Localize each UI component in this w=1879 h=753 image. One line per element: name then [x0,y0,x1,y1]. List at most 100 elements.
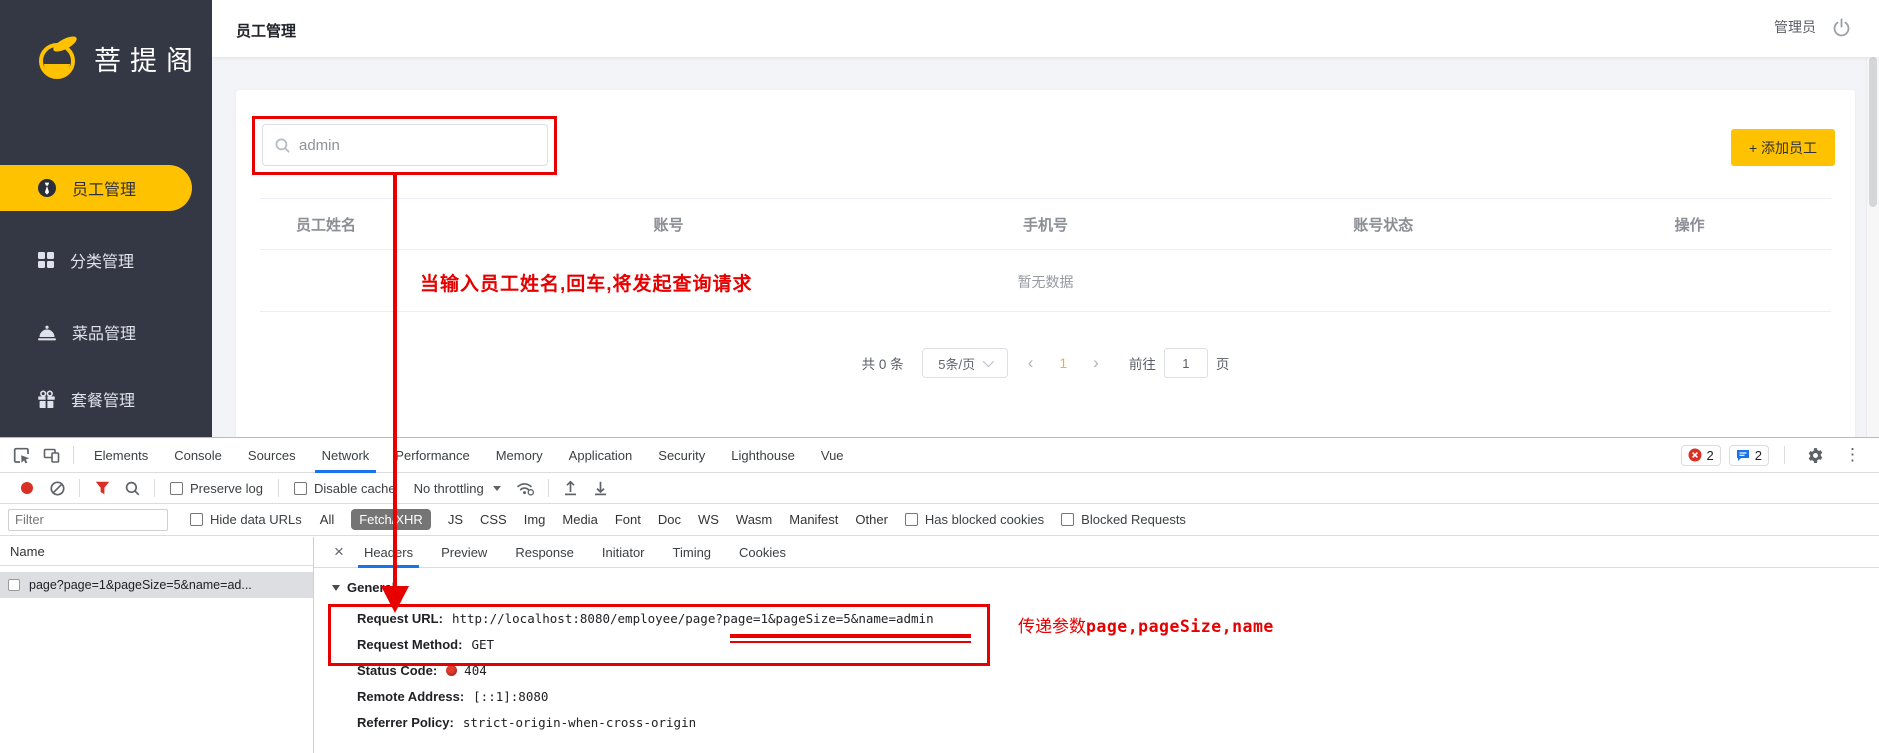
filter-type-ws[interactable]: WS [698,512,719,527]
employee-table: 员工姓名 账号 手机号 账号状态 操作 暂无数据 当输入员工姓名,回车,将发起查… [260,198,1831,312]
main-area: 员工管理 管理员 + 添加员工 员工姓名 [212,0,1879,449]
devtools-panel: Elements Console Sources Network Perform… [0,437,1879,753]
error-count: 2 [1706,447,1714,463]
settings-gear-icon[interactable] [1800,442,1830,468]
request-url-label: Request URL: [357,610,443,626]
checkbox[interactable] [190,513,203,526]
console-errors-badge[interactable]: 2 [1680,444,1721,466]
detail-tab-response[interactable]: Response [501,537,588,568]
filter-type-doc[interactable]: Doc [658,512,681,527]
sidebar-item-combos[interactable]: 套餐管理 [0,376,212,422]
logout-power-icon[interactable] [1832,17,1851,37]
inspect-element-icon[interactable] [6,442,36,468]
detail-tab-initiator[interactable]: Initiator [588,537,659,568]
devtools-tab-bar: Elements Console Sources Network Perform… [0,438,1879,473]
sidebar-item-employees[interactable]: 员工管理 [0,165,192,211]
devtools-tab-performance[interactable]: Performance [382,438,482,473]
filter-type-css[interactable]: CSS [480,512,507,527]
devtools-tab-console[interactable]: Console [161,438,235,473]
more-options-kebab-icon[interactable]: ⋮ [1838,445,1867,465]
devtools-tab-memory[interactable]: Memory [483,438,556,473]
filter-type-font[interactable]: Font [615,512,641,527]
filter-type-fetch-xhr[interactable]: Fetch/XHR [351,509,431,530]
message-count: 2 [1754,447,1762,463]
next-page-button[interactable]: › [1087,353,1105,373]
disable-cache-checkbox[interactable]: Disable cache [293,481,396,496]
preserve-log-label: Preserve log [190,480,263,496]
devtools-tab-network[interactable]: Network [309,438,383,473]
divider [547,479,549,497]
remote-address-value: [::1]:8080 [473,688,549,704]
preserve-log-checkbox[interactable]: Preserve log [170,481,263,496]
request-row[interactable]: page?page=1&pageSize=5&name=ad... [0,572,313,598]
filter-funnel-icon[interactable] [87,475,117,501]
page-scrollbar[interactable] [1866,0,1879,437]
employee-search-input[interactable] [299,136,535,154]
caret-down-icon [492,485,501,491]
column-header: 手机号 [1022,216,1068,234]
general-section-header[interactable]: General [332,580,1879,595]
employee-icon [38,179,56,197]
status-code-value: 404 [464,662,487,678]
devtools-tab-sources[interactable]: Sources [235,438,309,473]
record-button[interactable] [21,482,33,494]
blocked-requests-checkbox[interactable]: Blocked Requests [1061,512,1186,527]
status-code-row: Status Code: 404 [357,657,1879,683]
name-column-header: Name [0,537,313,566]
has-blocked-cookies-checkbox[interactable]: Has blocked cookies [904,512,1044,527]
divider [79,479,80,497]
detail-tab-timing[interactable]: Timing [659,537,726,568]
remote-address-label: Remote Address: [357,688,465,704]
devtools-tab-elements[interactable]: Elements [81,438,161,473]
hide-data-urls-checkbox[interactable]: Hide data URLs [190,512,302,527]
search-icon [275,138,290,152]
checkbox[interactable] [8,579,20,591]
scrollbar-thumb[interactable] [1869,57,1877,207]
filter-type-all[interactable]: All [320,512,334,527]
app-logo: 菩提阁 [34,34,202,82]
checkbox[interactable] [170,481,183,495]
import-har-icon[interactable] [556,475,586,501]
sidebar-item-label: 分类管理 [70,254,135,271]
filter-type-other[interactable]: Other [855,512,888,527]
request-url-row: Request URL: http://localhost:8080/emplo… [357,605,1879,631]
filter-type-wasm[interactable]: Wasm [736,512,772,527]
sidebar-item-categories[interactable]: 分类管理 [0,237,212,283]
column-header: 账号 [653,216,684,234]
devtools-tab-application[interactable]: Application [556,438,646,473]
checkbox[interactable] [904,513,918,526]
clear-log-icon[interactable] [42,475,72,501]
filter-type-media[interactable]: Media [562,512,597,527]
filter-type-img[interactable]: Img [524,512,546,527]
export-har-icon[interactable] [586,475,616,501]
devtools-tab-security[interactable]: Security [645,438,718,473]
status-error-dot-icon [446,664,458,676]
device-toolbar-icon[interactable] [36,442,66,468]
network-conditions-icon[interactable] [511,475,541,501]
prev-page-button[interactable]: ‹ [1022,353,1040,373]
detail-tab-preview[interactable]: Preview [427,537,501,568]
add-employee-button[interactable]: + 添加员工 [1731,129,1835,166]
detail-tab-headers[interactable]: Headers [350,537,427,568]
close-icon[interactable]: × [328,542,350,562]
divider [154,479,155,497]
page-header: 员工管理 管理员 [212,0,1879,57]
console-messages-badge[interactable]: 2 [1728,444,1769,466]
checkbox[interactable] [293,481,307,495]
devtools-tab-vue[interactable]: Vue [808,438,857,473]
devtools-tab-lighthouse[interactable]: Lighthouse [718,438,808,473]
divider [277,479,279,497]
request-method-value: GET [471,636,495,652]
filter-type-manifest[interactable]: Manifest [789,512,838,527]
filter-input[interactable] [8,508,168,531]
page-title: 员工管理 [236,23,297,40]
detail-tab-cookies[interactable]: Cookies [725,537,800,568]
filter-type-js[interactable]: JS [448,512,463,527]
search-network-icon[interactable] [117,475,147,501]
throttling-select[interactable]: No throttling [414,481,501,496]
sidebar-item-dishes[interactable]: 菜品管理 [0,309,212,355]
goto-page-input[interactable] [1163,348,1208,378]
current-page-number[interactable]: 1 [1053,355,1073,371]
checkbox[interactable] [1061,513,1075,526]
page-size-select[interactable]: 5条/页 [921,348,1008,378]
